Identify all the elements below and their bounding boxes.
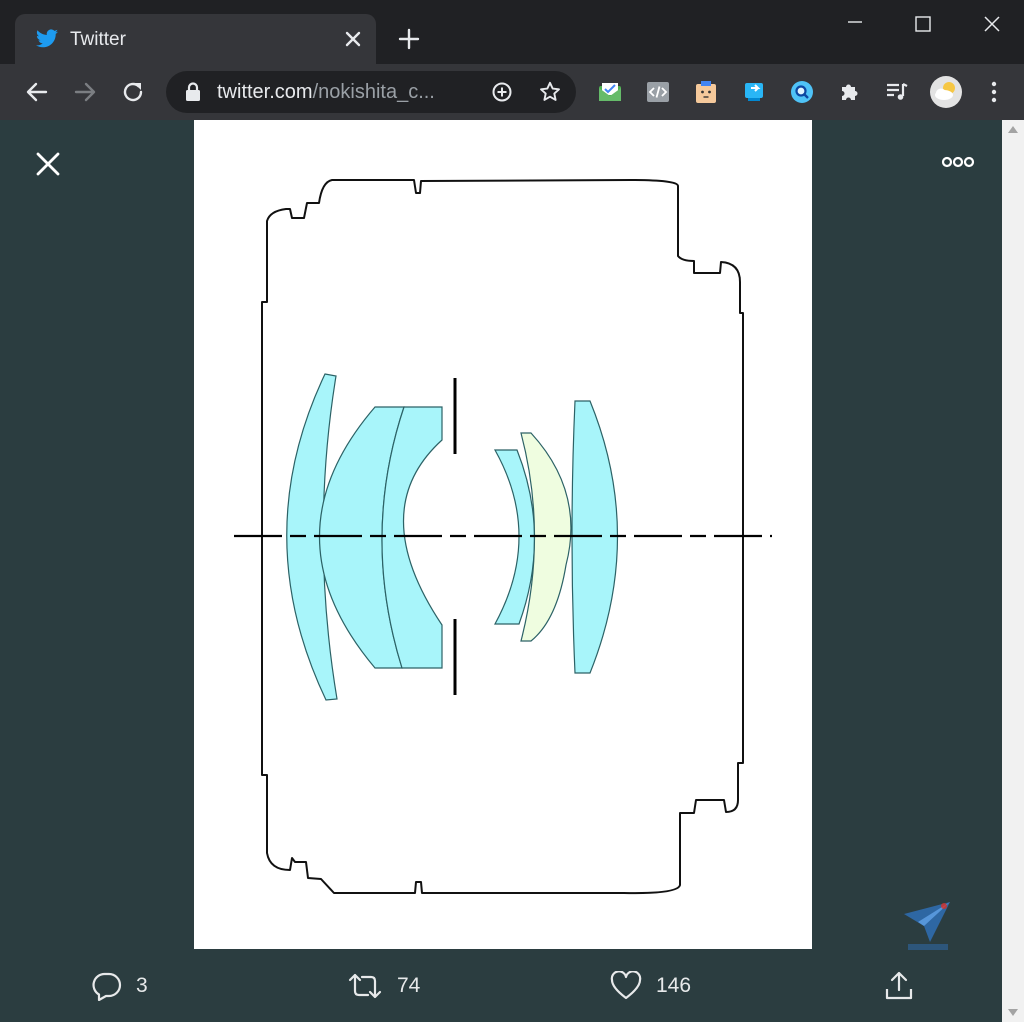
reply-bubble-icon xyxy=(92,972,122,1001)
share-extension-icon[interactable] xyxy=(741,78,769,106)
playlist-music-icon xyxy=(887,83,908,100)
reply-count: 3 xyxy=(136,974,148,997)
lens-diagram-image[interactable] xyxy=(194,120,812,949)
envelope-check-icon xyxy=(599,83,621,101)
code-extension-icon[interactable] xyxy=(644,78,672,106)
browser-toolbar: twitter.com/nokishita_c... xyxy=(0,64,1024,120)
retweet-arrows-icon xyxy=(348,973,382,999)
browser-tab[interactable]: Twitter xyxy=(15,14,376,64)
forward-button[interactable] xyxy=(69,76,101,108)
share-button[interactable] xyxy=(883,966,929,1006)
page-scrollbar[interactable] xyxy=(1002,120,1024,1022)
reload-button[interactable] xyxy=(117,76,149,108)
arrow-left-icon xyxy=(26,82,48,102)
url-path: /nokishita_c... xyxy=(312,81,435,103)
reload-icon xyxy=(123,82,143,102)
maximize-icon[interactable] xyxy=(903,10,943,40)
puzzle-icon xyxy=(842,84,858,100)
profile-avatar[interactable] xyxy=(930,76,962,108)
plane-watermark-logo xyxy=(904,902,950,950)
arrow-right-icon xyxy=(74,82,96,102)
minimize-icon[interactable] xyxy=(835,10,875,40)
lock-icon xyxy=(186,82,200,101)
back-button[interactable] xyxy=(21,76,53,108)
code-tag-icon xyxy=(647,82,669,102)
heart-icon xyxy=(610,971,642,1000)
face-extension-icon[interactable] xyxy=(692,78,720,106)
magnifier-circle-icon xyxy=(791,81,813,103)
browser-menu-button[interactable] xyxy=(980,78,1008,106)
close-icon[interactable] xyxy=(34,150,62,178)
scroll-up-arrow-icon[interactable] xyxy=(1008,126,1018,133)
twitter-bird-icon xyxy=(36,29,58,48)
like-button[interactable]: 146 xyxy=(610,966,691,1006)
media-viewer: 3 74 146 xyxy=(0,120,1002,1022)
more-options-icon[interactable] xyxy=(940,154,976,170)
kebab-menu-icon xyxy=(991,81,997,103)
add-circle-icon[interactable] xyxy=(490,80,514,104)
url-host: twitter.com xyxy=(217,81,313,103)
bookmark-star-icon[interactable] xyxy=(538,80,562,104)
weather-avatar-icon xyxy=(930,76,962,108)
new-tab-plus-icon[interactable] xyxy=(396,26,422,52)
mail-extension-icon[interactable] xyxy=(596,78,624,106)
address-bar[interactable]: twitter.com/nokishita_c... xyxy=(166,71,576,113)
extensions-button[interactable] xyxy=(836,78,864,106)
search-extension-icon[interactable] xyxy=(788,78,816,106)
retweet-count: 74 xyxy=(397,974,421,997)
title-bar: Twitter xyxy=(0,0,1024,64)
tab-title: Twitter xyxy=(70,29,126,50)
url-text: twitter.com/nokishita_c... xyxy=(217,81,467,104)
retweet-button[interactable]: 74 xyxy=(347,966,420,1006)
reply-button[interactable]: 3 xyxy=(92,966,148,1006)
lens-cross-section-drawing xyxy=(234,179,772,895)
scroll-down-arrow-icon[interactable] xyxy=(1008,1009,1018,1016)
like-count: 146 xyxy=(656,974,692,997)
media-control-button[interactable] xyxy=(883,78,911,106)
window-close-icon[interactable] xyxy=(972,10,1012,40)
screen-arrow-icon xyxy=(745,83,763,101)
tab-close-icon[interactable] xyxy=(342,28,364,50)
cartoon-face-icon xyxy=(696,81,716,103)
share-upload-icon xyxy=(885,971,913,1000)
